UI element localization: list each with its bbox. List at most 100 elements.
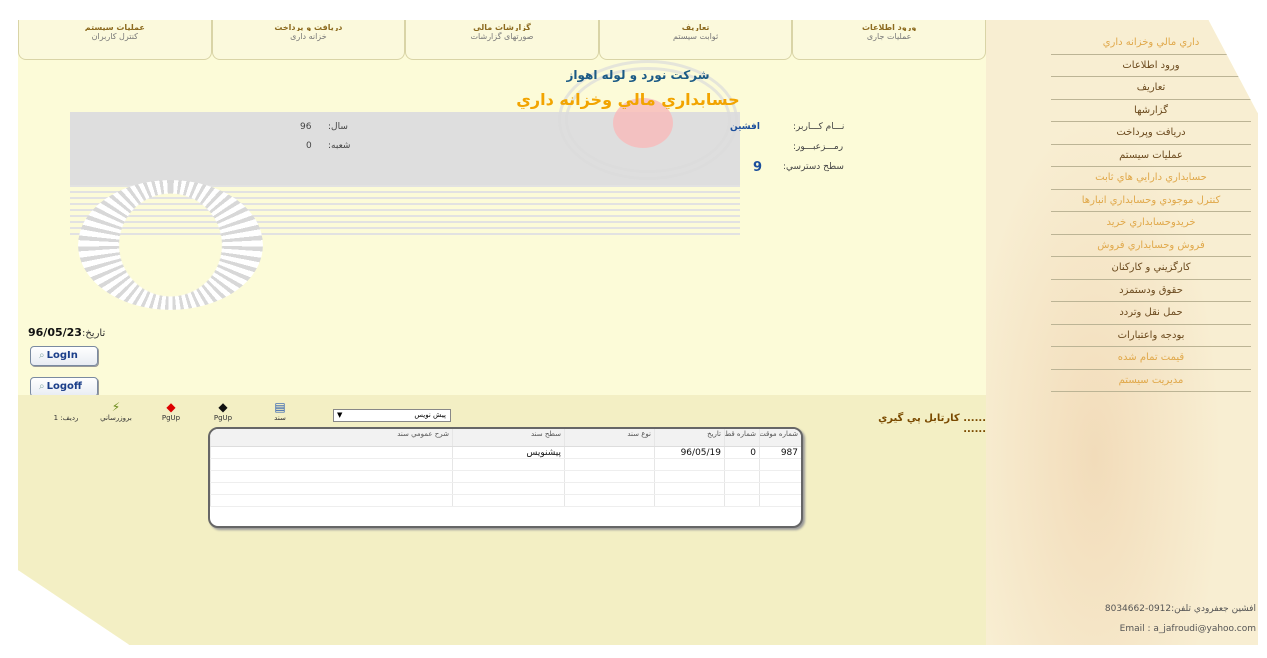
cardex-title: ...... كارتابل پي گيري ......: [878, 413, 986, 435]
cell: پيشنويس: [452, 447, 564, 458]
grid-header: شماره موقت شماره قطعي تاريخ نوع سند سطح …: [210, 429, 801, 447]
tab-subtitle: کنترل کاربران: [91, 32, 138, 41]
login-button[interactable]: ⌕ LogIn: [30, 346, 98, 366]
select-value: پيش نويس: [414, 411, 446, 419]
cell: [210, 483, 452, 494]
tab-title: عملیات سیستم: [84, 23, 145, 31]
tab-data-entry[interactable]: ورود اطلاعات عملیات جاری: [792, 20, 986, 60]
access-level-value: 9: [753, 160, 763, 175]
col-doc-type[interactable]: نوع سند: [564, 429, 654, 446]
date-value: 96/05/23: [28, 326, 82, 339]
col-description[interactable]: شرح عمومي سند: [210, 429, 452, 446]
col-temp-no[interactable]: شماره موقت: [759, 429, 801, 446]
table-row[interactable]: [210, 459, 801, 471]
sidebar-item-personnel[interactable]: كارگزيني و كاركنان: [1051, 257, 1251, 280]
cell: [210, 459, 452, 470]
sidebar-item-sales[interactable]: فروش وحسابداري فروش: [1051, 235, 1251, 257]
cell: [564, 471, 654, 482]
sidebar-item-transport[interactable]: حمل نقل وتردد: [1051, 302, 1251, 325]
sidebar-item-system-admin[interactable]: مديريت سيستم: [1051, 370, 1251, 392]
sidebar-item-data-entry[interactable]: ورود اطلاعات: [1051, 55, 1251, 77]
cell: [210, 447, 452, 458]
sidebar-item-reports[interactable]: گزارشها: [1051, 100, 1251, 122]
pgup-label: PgUp: [213, 414, 233, 422]
sidebar-item-budget[interactable]: بودجه واعتبارات: [1051, 325, 1251, 347]
app-window: عملیات سیستم کنترل کاربران دریافت و پرداخ…: [18, 20, 1258, 645]
tab-title: دریافت و پرداخت: [274, 23, 343, 31]
pgup-button-2[interactable]: ◆ PgUp: [203, 400, 243, 422]
tab-subtitle: خزانه داری: [290, 32, 327, 41]
year-value: 96: [300, 122, 312, 132]
contact-email[interactable]: Email : a_jafroudi@yahoo.com: [1066, 619, 1256, 639]
sidebar-item-cost[interactable]: قيمت تمام شده: [1051, 347, 1251, 370]
cell: [452, 459, 564, 470]
cell: 96/05/19: [654, 447, 724, 458]
contact-phone: افشين جعفرودي تلفن:0912-8034662: [1104, 604, 1256, 614]
pgup-button-1[interactable]: ◆ PgUp: [151, 400, 191, 422]
cell: [654, 459, 724, 470]
table-row[interactable]: [210, 471, 801, 483]
followup-panel: ...... كارتابل پي گيري ...... رديف: 1 ⚡ ب…: [18, 395, 986, 645]
sidebar-item-definitions[interactable]: تعاريف: [1051, 77, 1251, 100]
sidebar-item-receive-pay[interactable]: دريافت وپرداخت: [1051, 122, 1251, 145]
table-row[interactable]: [210, 483, 801, 495]
tab-subtitle: ثوابت سیستم: [672, 32, 719, 41]
date-label: تاريخ:: [81, 328, 106, 339]
tab-receive-pay[interactable]: دریافت و پرداخت خزانه داری: [211, 20, 406, 60]
col-doc-level[interactable]: سطح سند: [452, 429, 564, 446]
top-tab-strip: عملیات سیستم کنترل کاربران دریافت و پرداخ…: [18, 20, 986, 60]
cell: 987: [759, 447, 801, 458]
pgup-label: PgUp: [161, 414, 181, 422]
login-label: LogIn: [46, 350, 78, 361]
refresh-button[interactable]: ⚡ بروزرساني: [96, 400, 136, 422]
cell: [654, 495, 724, 506]
date-display: تاريخ:96/05/23: [28, 326, 105, 339]
login-icon: ⌕: [39, 350, 45, 361]
tab-title: گزارشات مالی: [473, 23, 531, 31]
logoff-label: Logoff: [46, 381, 82, 392]
sidebar-item-fixed-assets[interactable]: حسابداري دارايي هاي ثابت: [1051, 167, 1251, 190]
logoff-button[interactable]: ⌕ Logoff: [30, 377, 98, 397]
cell: [759, 495, 801, 506]
cell: [724, 483, 759, 494]
sidebar-item-system-ops[interactable]: عمليات سيستم: [1051, 145, 1251, 167]
col-final-no[interactable]: شماره قطعي: [724, 429, 759, 446]
sidebar-item-payroll[interactable]: حقوق ودستمزد: [1051, 280, 1251, 302]
cell: [210, 495, 452, 506]
cell: [724, 495, 759, 506]
arrow-down-icon: ◆: [218, 400, 228, 414]
main-sidebar: داري مالي وخزانه داري ورود اطلاعات تعاري…: [986, 20, 1258, 645]
tab-financial-reports[interactable]: گزارشات مالی صورتهای گزارشات: [405, 20, 599, 60]
cell: [452, 483, 564, 494]
doc-status-select[interactable]: ▼ پيش نويس: [333, 409, 451, 422]
sidebar-item-purchase[interactable]: خريدوحسابداري خريد: [1051, 212, 1251, 235]
table-row[interactable]: [210, 495, 801, 507]
tab-system-operations[interactable]: عملیات سیستم کنترل کاربران: [18, 20, 212, 60]
sidebar-item-finance[interactable]: داري مالي وخزانه داري: [1051, 32, 1251, 55]
tab-title: تعاریف: [681, 23, 710, 31]
documents-grid: شماره موقت شماره قطعي تاريخ نوع سند سطح …: [208, 427, 803, 528]
access-level-label: سطح دسترسي:: [783, 162, 844, 172]
arrow-up-red-icon: ◆: [166, 400, 176, 414]
col-date[interactable]: تاريخ: [654, 429, 724, 446]
username-value: افشين: [730, 122, 760, 132]
company-name: شركت نورد و لوله اهواز: [566, 68, 710, 82]
refresh-icon: ⚡: [111, 400, 121, 414]
document-button[interactable]: ▤ سند: [260, 400, 300, 422]
password-label: رمـــزعبـــور:: [793, 142, 844, 152]
username-label: نـــام كـــاربر:: [793, 122, 845, 132]
sidebar-menu: داري مالي وخزانه داري ورود اطلاعات تعاري…: [1051, 32, 1251, 392]
decorative-fan-graphic: [78, 180, 263, 310]
cell: [564, 495, 654, 506]
cell: [452, 495, 564, 506]
sidebar-item-inventory[interactable]: كنترل موجودي وحسابداري انبارها: [1051, 190, 1251, 212]
refresh-label: بروزرساني: [100, 414, 132, 422]
cell: [564, 483, 654, 494]
cell: [724, 459, 759, 470]
cell: 0: [724, 447, 759, 458]
cell: [759, 483, 801, 494]
cell: [452, 471, 564, 482]
branch-value: 0: [306, 141, 312, 151]
table-row[interactable]: 987 0 96/05/19 پيشنويس: [210, 447, 801, 459]
tab-definitions[interactable]: تعاریف ثوابت سیستم: [598, 20, 793, 60]
